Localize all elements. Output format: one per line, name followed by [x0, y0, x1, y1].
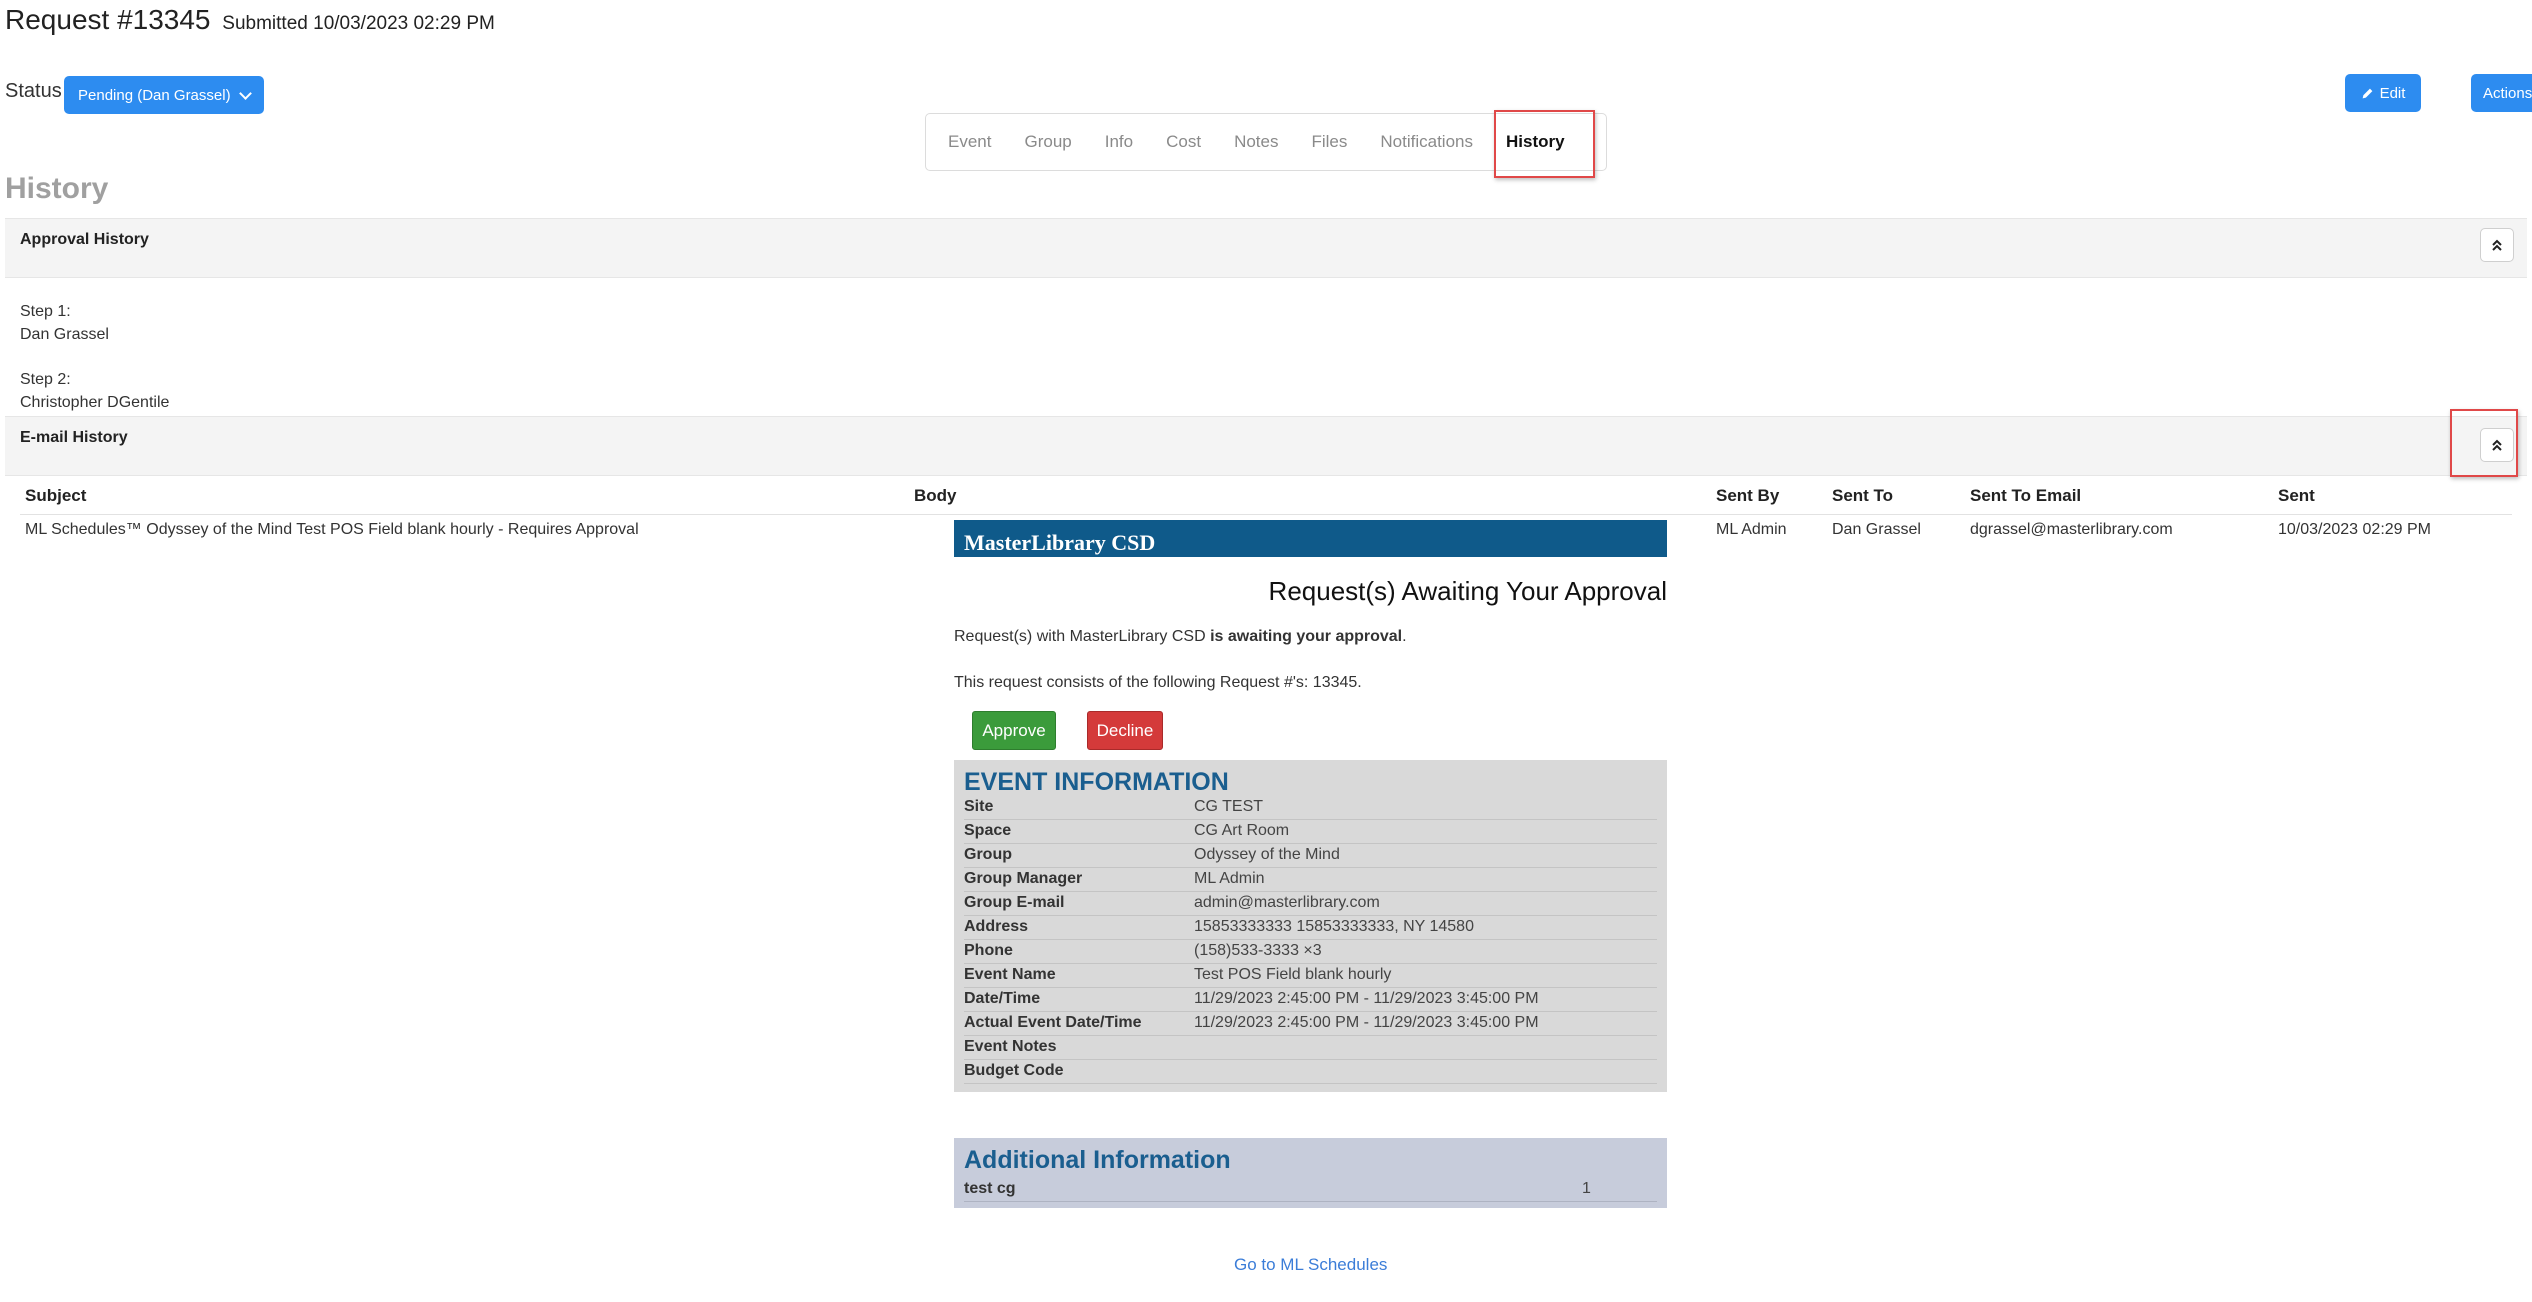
edit-label: Edit [2379, 84, 2406, 102]
col-body: Body [914, 486, 957, 505]
step-label: Step 2: [20, 371, 71, 388]
event-row-label: Group [964, 846, 1012, 863]
status-dropdown[interactable]: Pending (Dan Grassel) [64, 76, 264, 114]
status-value: Pending (Dan Grassel) [78, 86, 231, 104]
email-sent-date: 10/03/2023 02:29 PM [2278, 521, 2432, 538]
event-row-value: ML Admin [1194, 870, 1265, 887]
event-row-label: Site [964, 798, 994, 815]
approval-history-header: Approval History [5, 218, 2527, 278]
approval-line-text: Request(s) with MasterLibrary CSD [954, 628, 1211, 645]
email-heading: Request(s) Awaiting Your Approval [1268, 576, 1667, 606]
approval-history-title: Approval History [20, 231, 149, 248]
event-row: Budget Code [964, 1060, 1657, 1084]
status-label: Status [5, 80, 62, 102]
decline-button[interactable]: Decline [1087, 711, 1163, 750]
email-sent-to-email: dgrassel@masterlibrary.com [1970, 521, 2173, 538]
email-history-title: E-mail History [20, 429, 128, 446]
col-sent-to: Sent To [1832, 486, 1894, 505]
tab-files[interactable]: Files [1311, 132, 1347, 152]
pencil-icon [2362, 88, 2372, 98]
email-approval-line: Request(s) with MasterLibrary CSD is awa… [954, 628, 1407, 646]
history-tab-highlight [1494, 110, 1595, 178]
approval-step-1: Step 1: Dan Grassel [20, 300, 109, 346]
additional-row-label: test cg [964, 1180, 1016, 1197]
event-row-value: (158)533-3333 ×3 [1194, 942, 1322, 959]
event-row-label: Address [964, 918, 1029, 935]
event-row-value: 15853333333 15853333333, NY 14580 [1194, 918, 1474, 935]
event-row: Date/Time 11/29/2023 2:45:00 PM - 11/29/2… [964, 988, 1657, 1012]
event-row-label: Budget Code [964, 1062, 1064, 1079]
tab-cost[interactable]: Cost [1166, 132, 1201, 152]
additional-row: test cg 1 [964, 1180, 1657, 1202]
event-row: Actual Event Date/Time 11/29/2023 2:45:00… [964, 1012, 1657, 1036]
actions-label: Actions [2483, 84, 2532, 102]
page-title: Request #13345 Submitted 10/03/2023 02:2… [5, 4, 495, 36]
go-to-ml-schedules-link[interactable]: Go to ML Schedules [1234, 1255, 1387, 1275]
event-row: Group E-mail admin@masterlibrary.com [964, 892, 1657, 916]
event-row-label: Group Manager [964, 870, 1083, 887]
tab-notifications[interactable]: Notifications [1380, 132, 1473, 152]
additional-information-title: Additional Information [964, 1146, 1231, 1174]
additional-information-box: Additional Information test cg 1 [954, 1138, 1667, 1208]
collapse-button-highlight [2450, 409, 2518, 477]
event-row-label: Group E-mail [964, 894, 1065, 911]
col-sent: Sent [2278, 486, 2315, 505]
email-history-header: E-mail History [5, 416, 2527, 476]
event-row: Group Manager ML Admin [964, 868, 1657, 892]
event-row: Event Notes [964, 1036, 1657, 1060]
approval-line-bold: is awaiting your approval [1210, 628, 1403, 645]
submitted-date: Submitted 10/03/2023 02:29 PM [222, 13, 495, 34]
approval-line-end: . [1402, 628, 1407, 645]
event-row: Event Name Test POS Field blank hourly [964, 964, 1657, 988]
tab-event[interactable]: Event [948, 132, 991, 152]
email-banner: MasterLibrary CSD [954, 520, 1667, 557]
step-approver: Christopher DGentile [20, 394, 170, 411]
actions-dropdown[interactable]: Actions [2471, 74, 2532, 112]
request-page: Request #13345 Submitted 10/03/2023 02:2… [0, 0, 2532, 1302]
event-row-label: Phone [964, 942, 1013, 959]
step-label: Step 1: [20, 303, 71, 320]
event-row-value: CG Art Room [1194, 822, 1290, 839]
approval-step-2: Step 2: Christopher DGentile [20, 368, 169, 414]
request-number: Request #13345 [5, 4, 211, 35]
step-approver: Dan Grassel [20, 326, 109, 343]
event-row: Group Odyssey of the Mind [964, 844, 1657, 868]
chevrons-up-icon [2492, 239, 2502, 251]
approval-collapse-button[interactable] [2480, 228, 2514, 262]
event-row: Site CG TEST [964, 796, 1657, 820]
email-sent-to: Dan Grassel [1832, 521, 1921, 538]
col-sent-by: Sent By [1716, 486, 1780, 505]
email-request-line: This request consists of the following R… [954, 674, 1362, 691]
table-header-divider [20, 514, 2512, 515]
event-row-value: 11/29/2023 2:45:00 PM - 11/29/2023 3:45:… [1194, 1014, 1539, 1031]
event-row-label: Event Name [964, 966, 1056, 983]
event-row-value: Test POS Field blank hourly [1194, 966, 1392, 983]
event-row-value: 11/29/2023 2:45:00 PM - 11/29/2023 3:45:… [1194, 990, 1539, 1007]
event-row-value: admin@masterlibrary.com [1194, 894, 1380, 911]
approve-button[interactable]: Approve [972, 711, 1056, 750]
event-row-value: CG TEST [1194, 798, 1264, 815]
tab-info[interactable]: Info [1105, 132, 1133, 152]
section-title: History [5, 172, 109, 205]
chevron-down-icon [238, 86, 252, 100]
event-row-label: Date/Time [964, 990, 1041, 1007]
event-row-label: Event Notes [964, 1038, 1057, 1055]
event-row: Phone (158)533-3333 ×3 [964, 940, 1657, 964]
email-subject: ML Schedules™ Odyssey of the Mind Test P… [25, 521, 639, 538]
col-sent-to-email: Sent To Email [1970, 486, 2082, 505]
email-sent-by: ML Admin [1716, 521, 1787, 538]
additional-row-value: 1 [1582, 1180, 1591, 1197]
event-row: Address 15853333333 15853333333, NY 14580 [964, 916, 1657, 940]
event-information-box: EVENT INFORMATION Site CG TEST Space CG Ar… [954, 760, 1667, 1092]
edit-button[interactable]: Edit [2345, 74, 2421, 112]
event-row: Space CG Art Room [964, 820, 1657, 844]
event-information-title: EVENT INFORMATION [964, 768, 1229, 796]
event-row-label: Actual Event Date/Time [964, 1014, 1142, 1031]
event-row-value: Odyssey of the Mind [1194, 846, 1340, 863]
tab-group[interactable]: Group [1024, 132, 1071, 152]
event-row-label: Space [964, 822, 1012, 839]
tab-notes[interactable]: Notes [1234, 132, 1278, 152]
col-subject: Subject [25, 486, 87, 505]
